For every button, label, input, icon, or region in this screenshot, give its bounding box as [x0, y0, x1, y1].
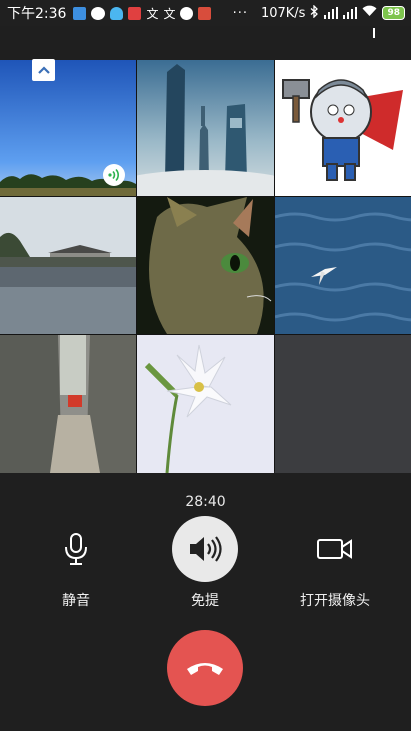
speaker-button[interactable]: 免提: [140, 516, 270, 610]
check-circle-icon: [180, 6, 194, 20]
participant-avatar[interactable]: [275, 197, 411, 334]
photo-app-icon: [198, 6, 212, 20]
participant-avatar[interactable]: [137, 60, 274, 196]
voice-wave-icon: [108, 168, 119, 182]
text-app-icon: 文: [146, 6, 159, 21]
participant-avatar[interactable]: [137, 197, 274, 334]
minimize-handle[interactable]: [373, 28, 375, 38]
mute-button[interactable]: 静音: [11, 516, 141, 610]
call-top-bar: [0, 26, 411, 60]
signal-icon: [324, 7, 339, 19]
mute-label: 静音: [62, 593, 90, 609]
net-speed: 107K/s: [260, 5, 306, 21]
notes-icon: [73, 6, 87, 20]
microphone-icon: [65, 533, 87, 565]
battery-icon: 98: [382, 6, 405, 20]
status-bar: 下午2:36 文 文 ··· 107K/s 98: [0, 0, 411, 26]
speaker-icon: [190, 536, 222, 562]
hangup-button[interactable]: [167, 630, 243, 706]
participant-grid: [0, 60, 411, 473]
qq-icon: [110, 6, 124, 20]
more-notifications-dots: ···: [232, 5, 248, 21]
signal-icon: [343, 7, 358, 19]
participant-avatar[interactable]: [137, 335, 274, 473]
wechat-icon: [91, 6, 106, 20]
call-duration: 28:40: [185, 494, 226, 510]
camera-icon: [317, 539, 352, 559]
hangup-phone-icon: [187, 663, 223, 675]
text-app-icon: 文: [163, 6, 176, 21]
chevron-up-icon: [37, 66, 50, 74]
bluetooth-icon: [310, 3, 319, 22]
participant-avatar[interactable]: [0, 197, 136, 334]
participant-avatar[interactable]: [275, 60, 411, 196]
collapse-button[interactable]: [32, 59, 55, 81]
speaking-indicator: [103, 164, 125, 186]
wifi-icon: [362, 5, 377, 21]
participant-avatar[interactable]: [0, 335, 136, 473]
speaker-label: 免提: [191, 593, 219, 609]
camera-button[interactable]: 打开摄像头: [270, 516, 400, 610]
app-red-icon: [128, 6, 142, 20]
status-time: 下午2:36: [7, 6, 67, 22]
camera-label: 打开摄像头: [300, 593, 370, 609]
empty-participant-slot: [275, 335, 411, 473]
